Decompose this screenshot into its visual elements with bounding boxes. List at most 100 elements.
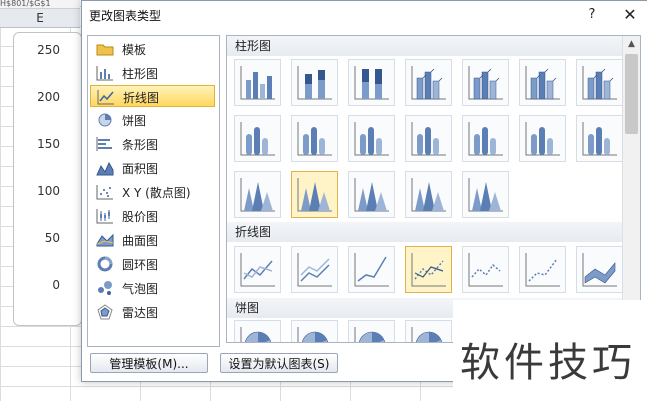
- pie-subtype-3-icon: [354, 327, 385, 342]
- cone-subtype-2[interactable]: [291, 171, 338, 218]
- column-subtype-2[interactable]: [291, 59, 338, 106]
- pie-subtype-4[interactable]: [405, 320, 452, 342]
- cylinder-subtype-2[interactable]: [291, 115, 338, 162]
- pie-subtype-3[interactable]: [348, 320, 395, 342]
- cylinder-subtype-5[interactable]: [462, 115, 509, 162]
- line-subtype-2-icon: [297, 253, 332, 287]
- column-subtype-3-icon: [354, 66, 389, 100]
- bubble-chart-icon: [98, 281, 112, 295]
- close-button[interactable]: ✕: [618, 5, 642, 25]
- type-item-templates[interactable]: 模板: [90, 38, 215, 60]
- section-title: 饼图: [235, 301, 260, 315]
- type-item-label: 面积图: [122, 162, 159, 176]
- type-item-bubble[interactable]: 气泡图: [90, 277, 215, 299]
- y-tick-150: 150: [37, 137, 60, 151]
- cylinder-subtype-2-icon: [297, 122, 332, 156]
- scroll-thumb[interactable]: [625, 54, 638, 134]
- cone-subtype-3[interactable]: [348, 171, 395, 218]
- chart-type-list: 模板 柱形图 折线图 饼图 条形图 面积图 X Y (散点图) 股价图 曲面图 …: [87, 35, 220, 347]
- embedded-chart[interactable]: 250 200 150 100 50 0: [13, 32, 95, 326]
- help-button[interactable]: ?: [582, 5, 602, 25]
- column-subtype-5[interactable]: [462, 59, 509, 106]
- line-subtype-2[interactable]: [291, 246, 338, 293]
- line-subtype-3-icon: [354, 253, 389, 287]
- type-item-label: 条形图: [122, 138, 159, 152]
- pie-subtype-1-icon: [240, 327, 271, 342]
- dialog-titlebar[interactable]: 更改图表类型 ? ✕: [82, 1, 647, 29]
- cylinder-subtype-1[interactable]: [234, 115, 281, 162]
- pie-subtype-1[interactable]: [234, 320, 281, 342]
- cone-subtype-3-icon: [354, 178, 389, 212]
- chart-subtype-gallery: 柱形图 折线图 饼图 ▲: [226, 35, 641, 343]
- type-item-column[interactable]: 柱形图: [90, 62, 215, 84]
- column-subtype-7-icon: [582, 66, 617, 100]
- type-item-label: 圆环图: [122, 258, 159, 272]
- type-item-doughnut[interactable]: 圆环图: [90, 253, 215, 275]
- type-item-label: 气泡图: [122, 282, 159, 296]
- line-subtype-1[interactable]: [234, 246, 281, 293]
- type-item-label: 雷达图: [122, 306, 159, 320]
- cone-subtype-5[interactable]: [462, 171, 509, 218]
- radar-chart-icon: [97, 304, 113, 320]
- scroll-up-icon[interactable]: ▲: [623, 36, 640, 52]
- scatter-chart-icon: [96, 185, 113, 200]
- column-subtype-3[interactable]: [348, 59, 395, 106]
- column-header-e[interactable]: E: [0, 9, 80, 28]
- y-tick-100: 100: [37, 184, 60, 198]
- area-chart-icon: [96, 161, 114, 176]
- set-default-chart-button[interactable]: 设置为默认图表(S): [220, 353, 338, 373]
- manage-templates-button[interactable]: 管理模板(M)...: [90, 353, 208, 373]
- cone-subtype-4-icon: [411, 178, 446, 212]
- pie-subtype-2[interactable]: [291, 320, 338, 342]
- type-item-stock[interactable]: 股价图: [90, 205, 215, 227]
- type-item-label: 饼图: [122, 114, 147, 128]
- cylinder-subtype-7[interactable]: [576, 115, 623, 162]
- type-item-area[interactable]: 面积图: [90, 157, 215, 179]
- line-subtype-6-icon: [525, 253, 560, 287]
- column-subtype-4-icon: [411, 66, 446, 100]
- type-item-label: 柱形图: [122, 67, 159, 81]
- section-title: 柱形图: [235, 39, 272, 53]
- cylinder-subtype-7-icon: [582, 122, 617, 156]
- cone-subtype-2-icon: [297, 178, 332, 212]
- pie-chart-icon: [98, 113, 112, 127]
- type-item-label: 模板: [122, 43, 147, 57]
- cylinder-subtype-3-icon: [354, 122, 389, 156]
- type-item-surface[interactable]: 曲面图: [90, 229, 215, 251]
- line-subtype-5[interactable]: [462, 246, 509, 293]
- column-subtype-5-icon: [468, 66, 503, 100]
- line-subtype-7[interactable]: [576, 246, 623, 293]
- type-item-line[interactable]: 折线图: [90, 85, 215, 107]
- gallery-scrollbar[interactable]: ▲: [622, 36, 640, 342]
- cone-subtype-4[interactable]: [405, 171, 452, 218]
- cone-subtype-1[interactable]: [234, 171, 281, 218]
- cylinder-subtype-4[interactable]: [405, 115, 452, 162]
- section-header-column: 柱形图: [227, 36, 622, 56]
- column-subtype-1[interactable]: [234, 59, 281, 106]
- line-subtype-4[interactable]: [405, 246, 452, 293]
- column-subtype-6[interactable]: [519, 59, 566, 106]
- watermark-text: 软件技巧: [460, 340, 636, 386]
- type-item-label: X Y (散点图): [122, 186, 191, 200]
- y-tick-250: 250: [37, 43, 60, 57]
- line-subtype-6[interactable]: [519, 246, 566, 293]
- cylinder-subtype-6[interactable]: [519, 115, 566, 162]
- type-item-pie[interactable]: 饼图: [90, 109, 215, 131]
- doughnut-chart-icon: [97, 256, 113, 272]
- type-item-bar[interactable]: 条形图: [90, 133, 215, 155]
- type-item-scatter[interactable]: X Y (散点图): [90, 181, 215, 203]
- line-subtype-1-icon: [240, 253, 275, 287]
- surface-chart-icon: [96, 233, 114, 247]
- dialog-title: 更改图表类型: [89, 9, 162, 23]
- y-tick-0: 0: [52, 278, 60, 292]
- cylinder-subtype-6-icon: [525, 122, 560, 156]
- line-subtype-7-icon: [582, 253, 617, 287]
- type-item-radar[interactable]: 雷达图: [90, 301, 215, 323]
- line-subtype-3[interactable]: [348, 246, 395, 293]
- cone-subtype-5-icon: [468, 178, 503, 212]
- type-item-label: 折线图: [123, 91, 160, 105]
- column-subtype-7[interactable]: [576, 59, 623, 106]
- column-subtype-4[interactable]: [405, 59, 452, 106]
- cylinder-subtype-3[interactable]: [348, 115, 395, 162]
- pie-subtype-4-icon: [411, 327, 442, 342]
